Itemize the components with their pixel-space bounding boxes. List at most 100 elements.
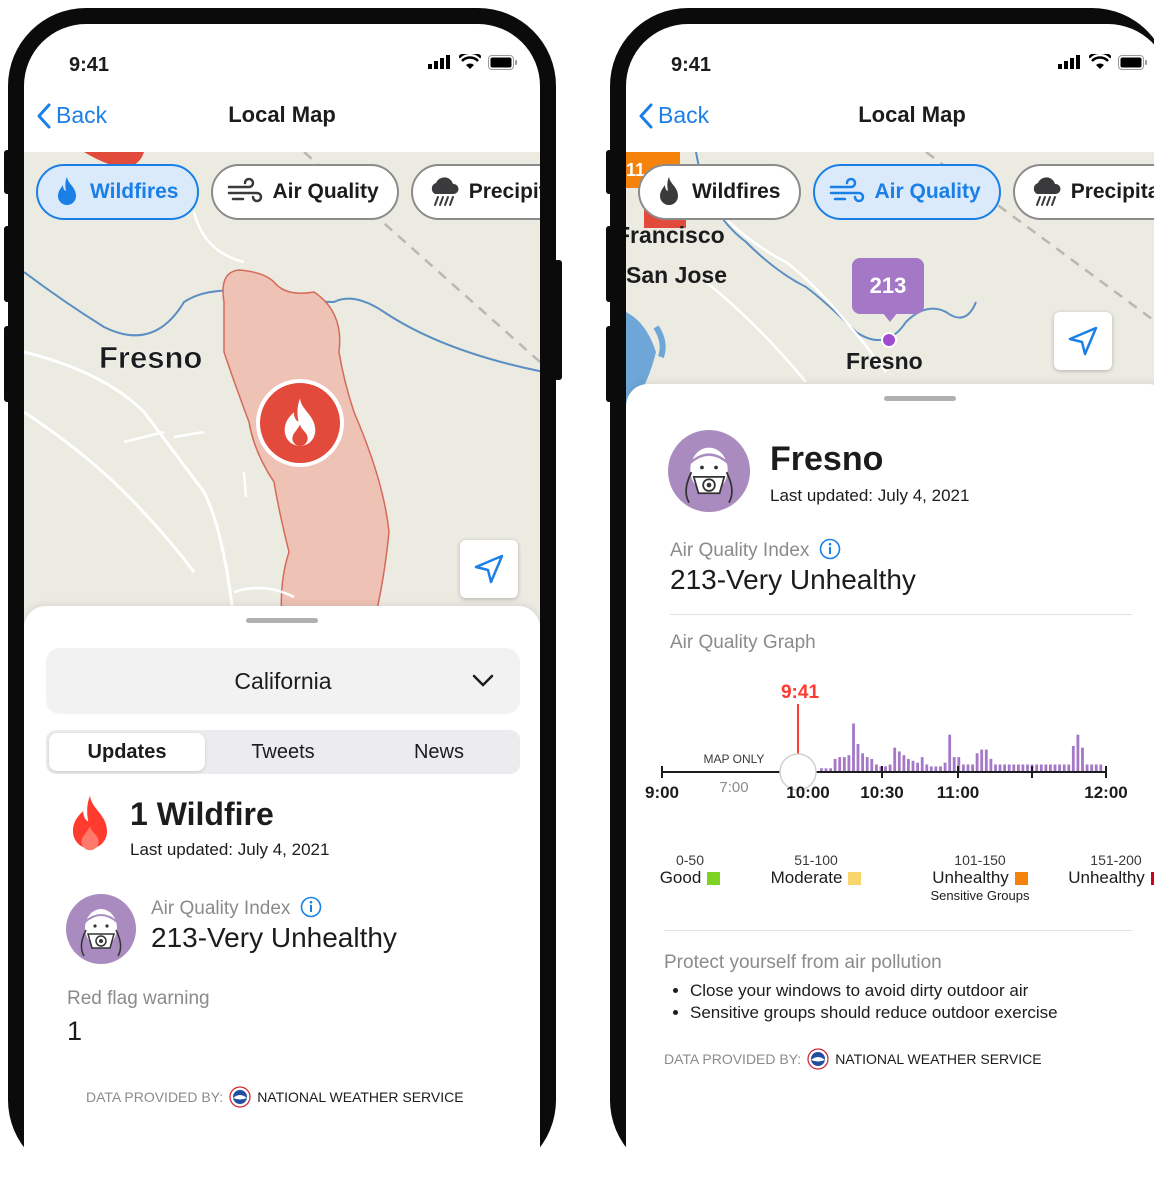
aqi-map-marker[interactable]: 213 (852, 258, 924, 314)
map-only-label: MAP ONLY (704, 752, 765, 766)
air-quality-chart[interactable]: 9:41 MAP ONLY 9:00 7:00 10:00 10:30 11:00 12:00 (626, 674, 1146, 854)
chart-bar (911, 760, 915, 772)
chart-bar (1039, 764, 1043, 772)
chart-bar (1062, 764, 1066, 772)
status-bar: 9:41 (24, 24, 540, 84)
legend-subtitle: Sensitive Groups (930, 888, 1030, 903)
chart-bar (1067, 764, 1071, 772)
info-icon[interactable] (300, 896, 322, 918)
signal-icon (1058, 55, 1080, 69)
location-dot (881, 332, 897, 348)
map-view[interactable]: 11 Wildfires Air Quality Precipitation F… (626, 152, 1154, 412)
location-arrow-icon (474, 554, 504, 584)
legend-name-text: Moderate (770, 868, 843, 887)
legend-name-text: Unhealthy (1068, 868, 1145, 887)
chart-bar (1090, 764, 1094, 772)
chip-air-quality[interactable]: Air Quality (812, 164, 1001, 220)
aqi-legend: 0-50 Good 51-100 Moderate 101-150 Unhealthy Se… (626, 852, 1154, 912)
legend-range: 151-200 (1090, 852, 1142, 868)
chart-bar (1026, 764, 1029, 772)
chart-bar (998, 764, 1002, 772)
red-flag-value: 1 (67, 1016, 83, 1046)
segmented-tabs: Updates Tweets News (46, 730, 520, 774)
sheet-handle[interactable] (246, 618, 318, 623)
list-item: Sensitive groups should reduce outdoor e… (690, 1002, 1058, 1024)
wildfire-count: 1 Wildfire (130, 796, 274, 832)
gas-mask-icon (685, 447, 733, 504)
chart-bar (1053, 764, 1057, 772)
chip-precipitation[interactable]: Precipitation (1012, 164, 1154, 220)
info-icon[interactable] (819, 538, 841, 560)
data-credit: DATA PROVIDED BY: NATIONAL WEATHER SERVI… (664, 1048, 1042, 1070)
nws-logo-icon (807, 1048, 829, 1070)
chip-wildfires[interactable]: Wildfires (36, 164, 199, 220)
chart-bar (1094, 764, 1098, 772)
legend-name: Good (630, 868, 750, 888)
chart-bar (1003, 764, 1006, 772)
map-view[interactable]: Wildfires Air Quality Precipitation Fres… (24, 152, 540, 622)
chart-bar (1099, 764, 1103, 772)
chart-bar (989, 758, 993, 772)
last-updated: Last updated: July 4, 2021 (130, 840, 330, 859)
chart-bar (870, 758, 874, 772)
location-arrow-icon (1068, 326, 1098, 356)
flame-icon (58, 177, 76, 205)
sheet-handle[interactable] (884, 396, 956, 401)
locate-me-button[interactable] (460, 540, 518, 598)
chip-label: Precipitation (468, 180, 540, 203)
battery-icon (1118, 54, 1147, 70)
chip-wildfires[interactable]: Wildfires (638, 164, 801, 220)
chevron-down-icon (472, 674, 494, 687)
tab-tweets[interactable]: Tweets (205, 733, 361, 771)
locate-me-button[interactable] (1054, 312, 1112, 370)
bottom-sheet: California Updates Tweets News 1 Wildfir… (24, 606, 540, 1178)
aqi-label: Air Quality Index (670, 538, 841, 562)
chart-bar (893, 747, 897, 772)
graph-title: Air Quality Graph (670, 632, 816, 653)
region-dropdown[interactable]: California (46, 648, 520, 714)
chip-label: Wildfires (90, 180, 179, 203)
chart-bar (980, 749, 984, 772)
flame-icon (660, 177, 678, 205)
page-title: Local Map (858, 102, 966, 127)
screen-right: 9:41 Back Local Map 11 Wildfires Air Qua… (626, 24, 1154, 1178)
chart-bar (1049, 764, 1052, 772)
chart-bar (1007, 764, 1011, 772)
tab-news[interactable]: News (361, 733, 517, 771)
status-bar: 9:41 (626, 24, 1154, 84)
map-city-label: San Jose (626, 262, 727, 288)
chart-bar (925, 764, 929, 772)
phone-frame-right: 9:41 Back Local Map 11 Wildfires Air Qua… (610, 8, 1154, 1178)
chip-air-quality[interactable]: Air Quality (210, 164, 399, 220)
chip-precipitation[interactable]: Precipitation (410, 164, 540, 220)
chart-bar (875, 764, 878, 772)
rain-cloud-icon (1033, 177, 1061, 206)
bottom-sheet: Fresno Last updated: July 4, 2021 Air Qu… (626, 384, 1154, 1178)
page-title: Local Map (228, 102, 336, 127)
wifi-icon (1089, 54, 1111, 69)
chart-bar (952, 757, 956, 772)
chart-bar (962, 764, 965, 772)
last-updated: Last updated: July 4, 2021 (770, 486, 970, 505)
tick-label: 12:00 (1084, 783, 1127, 802)
chart-bar (1058, 764, 1061, 772)
now-label: 9:41 (781, 682, 819, 703)
legend-name: Unhealthy (920, 868, 1040, 888)
aqi-label-text: Air Quality Index (151, 898, 291, 919)
legend-range: 0-50 (675, 852, 705, 868)
chart-bar (1021, 764, 1025, 772)
chart-bar (966, 764, 970, 772)
signal-icon (428, 55, 450, 69)
legend-range: 101-150 (954, 852, 1006, 868)
map-city-label: Fresno (846, 348, 923, 374)
legend-name: Moderate (756, 868, 876, 888)
gas-mask-icon (80, 909, 122, 957)
wildfire-marker[interactable] (256, 379, 344, 467)
chart-bar (847, 755, 851, 772)
chip-label: Wildfires (692, 180, 781, 203)
region-value: California (234, 667, 332, 694)
tab-updates[interactable]: Updates (49, 733, 205, 771)
chart-bar (916, 762, 919, 772)
chart-bar (902, 755, 906, 772)
legend-item: 0-50 Good (630, 852, 750, 888)
